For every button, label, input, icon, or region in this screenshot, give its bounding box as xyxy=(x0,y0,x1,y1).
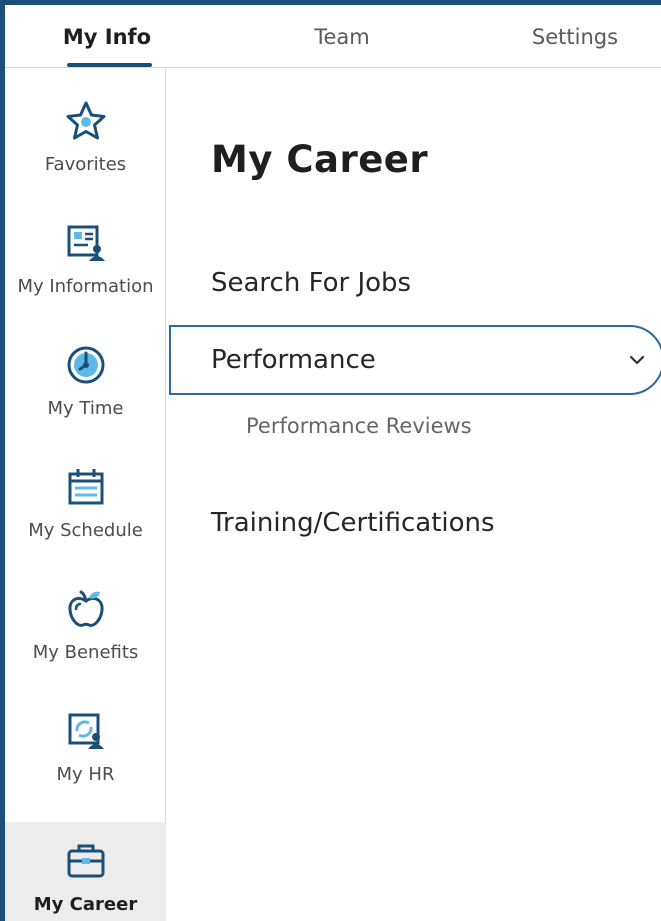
sidebar-item-label: My Schedule xyxy=(28,520,143,541)
chevron-down-icon xyxy=(626,349,648,371)
sidebar-item-my-schedule[interactable]: My Schedule xyxy=(5,434,166,556)
tab-team[interactable]: Team xyxy=(267,5,417,68)
top-tab-bar: My Info Team Settings xyxy=(5,5,661,68)
apple-icon xyxy=(63,586,109,632)
performance-reviews-link[interactable]: Performance Reviews xyxy=(246,414,472,438)
sidebar-item-label: My Time xyxy=(47,398,124,419)
sidebar-item-my-career[interactable]: My Career xyxy=(5,822,166,921)
sidebar-item-my-information[interactable]: My Information xyxy=(5,190,166,312)
performance-label: Performance xyxy=(211,345,376,375)
sidebar-item-label: My Information xyxy=(17,276,154,297)
tab-my-info[interactable]: My Info xyxy=(37,5,177,68)
hr-documents-icon xyxy=(63,708,109,754)
app-frame: My Info Team Settings Favorites My Infor… xyxy=(0,0,661,921)
sidebar: Favorites My Information My Time My Sche… xyxy=(5,68,166,921)
clock-icon xyxy=(63,342,109,388)
training-certifications-link[interactable]: Training/Certifications xyxy=(211,508,495,538)
id-card-icon xyxy=(63,220,109,266)
briefcase-icon xyxy=(63,838,109,884)
star-icon xyxy=(63,98,109,144)
tab-settings[interactable]: Settings xyxy=(505,5,645,68)
sidebar-item-label: My Career xyxy=(33,894,138,915)
sidebar-item-label: Favorites xyxy=(44,154,127,175)
sidebar-item-my-hr[interactable]: My HR xyxy=(5,678,166,800)
search-for-jobs-link[interactable]: Search For Jobs xyxy=(211,268,411,298)
page-title: My Career xyxy=(211,138,429,181)
calendar-icon xyxy=(63,464,109,510)
sidebar-item-my-benefits[interactable]: My Benefits xyxy=(5,556,166,678)
main-content: My Career Search For Jobs Performance Pe… xyxy=(166,68,661,921)
active-tab-indicator xyxy=(67,63,152,67)
sidebar-item-favorites[interactable]: Favorites xyxy=(5,68,166,190)
sidebar-item-label: My HR xyxy=(56,764,115,785)
sidebar-item-my-time[interactable]: My Time xyxy=(5,312,166,434)
performance-accordion[interactable]: Performance xyxy=(169,325,661,395)
sidebar-item-label: My Benefits xyxy=(32,642,139,663)
